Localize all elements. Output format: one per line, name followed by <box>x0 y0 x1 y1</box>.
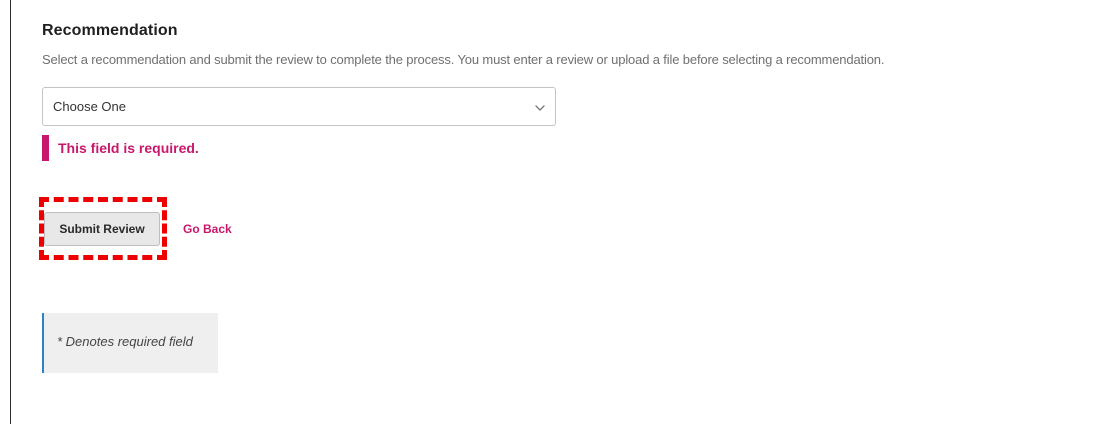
error-message: This field is required. <box>58 140 199 156</box>
left-divider <box>10 0 11 424</box>
error-indicator-bar <box>42 135 49 161</box>
required-field-note: * Denotes required field <box>42 313 218 373</box>
section-heading: Recommendation <box>42 22 178 39</box>
chevron-down-icon <box>534 101 546 113</box>
required-field-note-text: * Denotes required field <box>57 334 193 349</box>
go-back-link[interactable]: Go Back <box>183 222 232 236</box>
recommendation-select[interactable]: Choose One <box>42 87 556 126</box>
note-accent-bar <box>42 313 44 373</box>
submit-review-button[interactable]: Submit Review <box>44 212 160 246</box>
select-selected-value: Choose One <box>53 99 126 114</box>
review-recommendation-page: Recommendation Select a recommendation a… <box>0 0 1099 424</box>
section-description: Select a recommendation and submit the r… <box>42 52 885 67</box>
